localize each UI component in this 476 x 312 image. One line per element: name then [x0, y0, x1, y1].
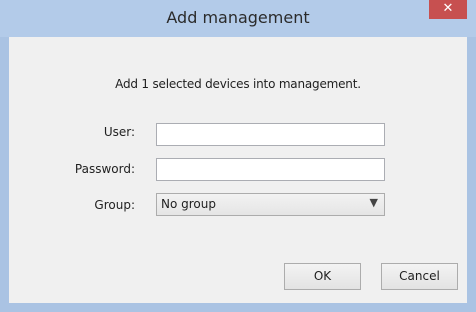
info-message: Add 1 selected devices into management. — [115, 77, 361, 91]
password-label: Password: — [74, 162, 135, 176]
close-icon: ✕ — [442, 1, 454, 16]
close-button[interactable]: ✕ — [429, 0, 467, 19]
title-bar[interactable]: Add management ✕ — [0, 0, 476, 37]
user-input[interactable] — [156, 123, 385, 146]
group-label: Group: — [94, 198, 135, 212]
group-selected-value: No group — [161, 197, 216, 211]
ok-button[interactable]: OK — [284, 263, 361, 290]
dialog-title: Add management — [166, 8, 310, 27]
password-input[interactable] — [156, 158, 385, 181]
user-label: User: — [103, 125, 135, 139]
group-select[interactable]: No group ▼ — [156, 193, 385, 216]
dialog-body: Add 1 selected devices into management. … — [9, 37, 467, 303]
chevron-down-icon: ▼ — [369, 196, 378, 209]
cancel-button[interactable]: Cancel — [381, 263, 458, 290]
add-management-dialog: Add management ✕ Add 1 selected devices … — [0, 0, 476, 312]
